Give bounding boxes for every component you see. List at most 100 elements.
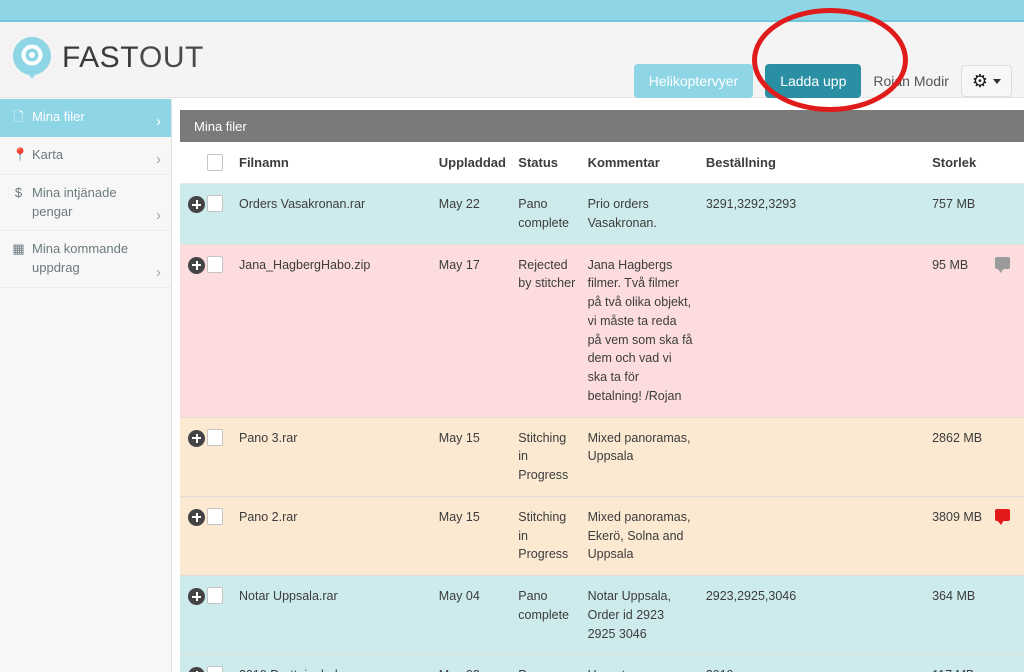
sidebar-item-label: Mina kommande uppdrag [32,241,129,276]
table-header-row: Filnamn Uppladdad Status Kommentar Bestä… [180,142,1024,184]
row-expand-cell[interactable] [180,575,207,656]
cell-storlek: 2862 MB [926,417,990,497]
ladda-upp-button[interactable]: Ladda upp [765,64,862,98]
sidebar-item-label: Mina intjänade pengar [32,184,117,219]
cell-status: Pano complete [512,183,582,245]
app-root: FASTOUT Helikoptervyer Ladda upp Rojan M… [0,0,1024,672]
expand-row-icon[interactable] [188,508,205,526]
row-checkbox[interactable] [206,428,223,446]
table-row[interactable]: Jana_HagbergHabo.zip May 17 Rejected by st… [180,244,1024,418]
table-row[interactable]: Orders Vasakronan.rar May 22 Pano complete… [180,183,1024,245]
row-expand-cell[interactable] [180,417,207,497]
select-all-header [206,142,233,184]
sidebar-item-mina-filer[interactable]: 🗋 Mina filer › [0,99,171,137]
top-accent-bar [0,0,1024,22]
cell-bestallning: 3291,3292,3293 [699,183,927,245]
row-expand-cell[interactable] [180,654,207,672]
row-checkbox[interactable] [206,587,223,604]
table-row[interactable]: Notar Uppsala.rar May 04 Pano complete Nota… [180,575,1024,656]
gear-icon: ⚙ [971,71,988,91]
cell-kommentar: Mixed panoramas, Uppsala [581,417,700,497]
app-header: FASTOUT Helikoptervyer Ladda upp Rojan M… [0,22,1024,98]
cell-filnamn[interactable]: Orders Vasakronan.rar [233,183,433,245]
cell-status: Pano complete [512,575,582,656]
sidebar-item-label: Karta [32,146,64,162]
row-select-cell[interactable] [206,654,233,672]
cell-filnamn[interactable]: Jana_HagbergHabo.zip [233,244,433,418]
row-expand-cell[interactable] [180,496,207,577]
column-header-bestallning[interactable]: Beställning [699,142,927,184]
expand-row-icon[interactable] [188,588,205,605]
row-checkbox[interactable] [206,255,223,273]
expand-column-header [180,142,207,184]
row-select-cell[interactable] [206,417,233,497]
row-expand-cell[interactable] [180,244,207,418]
cell-kommentar: Mixed panoramas, Ekerö, Solna and Uppsal… [581,496,700,577]
row-checkbox[interactable] [206,195,223,212]
files-table: Filnamn Uppladdad Status Kommentar Bestä… [180,142,1024,672]
cell-filnamn[interactable]: Notar Uppsala.rar [233,575,433,656]
cell-uppladdad: May 17 [432,244,513,418]
chevron-right-icon: › [156,150,161,168]
panel-title: Mina filer [180,110,1024,142]
file-icon: 🗋 [13,109,24,124]
comment-bubble-icon[interactable] [995,256,1011,273]
sidebar-item-mina-kommande-uppdrag[interactable]: ▦ Mina kommande uppdrag › [0,231,171,289]
location-pin-logo-icon [13,37,51,79]
cell-kommentar: Prio orders Vasakronan. [581,183,700,245]
cell-storlek: 757 MB [926,183,990,245]
select-all-checkbox[interactable] [206,154,223,171]
files-table-head: Filnamn Uppladdad Status Kommentar Bestä… [180,142,1024,184]
cell-kommentar: Notar Uppsala, Order id 2923 2925 3046 [581,575,700,656]
expand-row-icon[interactable] [188,667,205,672]
row-select-cell[interactable] [206,183,233,245]
cell-bestallning [699,417,927,497]
table-row[interactable]: Pano 3.rar May 15 Stitching in Progress Mix… [180,417,1024,497]
chevron-right-icon: › [156,207,161,225]
row-select-cell[interactable] [206,244,233,418]
helikoptervyer-button[interactable]: Helikoptervyer [633,64,754,98]
settings-menu-button[interactable]: ⚙ [960,65,1012,97]
cell-bestallning [699,496,927,577]
cell-flag [989,496,1024,577]
column-header-filnamn[interactable]: Filnamn [233,142,433,184]
cell-uppladdad: May 22 [432,183,513,245]
cell-uppladdad: May 03 [432,654,513,672]
column-header-uppladdad[interactable]: Uppladdad [432,142,513,184]
chevron-right-icon: › [156,112,161,130]
table-row[interactable]: 3019 Drottningholm.rarMay 03Pano complet… [180,654,1024,672]
expand-row-icon[interactable] [188,256,205,274]
cell-filnamn[interactable]: Pano 3.rar [233,417,433,497]
row-select-cell[interactable] [206,496,233,577]
sidebar: 🗋 Mina filer › 📍 Karta › $ Mina intjänad… [0,99,172,672]
cell-filnamn[interactable]: 3019 Drottningholm.rar [233,654,433,672]
cell-storlek: 364 MB [926,575,990,656]
row-checkbox[interactable] [206,507,223,525]
brand-logo[interactable]: FASTOUT [12,36,204,80]
sidebar-item-mina-intjanade-pengar[interactable]: $ Mina intjänade pengar › [0,175,171,232]
expand-row-icon[interactable] [188,429,205,447]
column-header-storlek[interactable]: Storlek [926,142,990,184]
row-checkbox[interactable] [206,666,223,672]
username-label: Rojan Modir [873,73,949,89]
sidebar-item-karta[interactable]: 📍 Karta › [0,137,171,175]
column-header-status[interactable]: Status [512,142,582,184]
cell-flag [989,575,1024,656]
cell-filnamn[interactable]: Pano 2.rar [233,496,433,577]
table-row[interactable]: Pano 2.rar May 15 Stitching in Progress Mix… [180,496,1024,577]
cell-storlek: 117 MB [926,654,990,672]
brand-name-bold: FAST [62,41,140,74]
main-panel: Mina filer Filnamn Uppladdad Status Komm… [180,110,1024,672]
chevron-right-icon: › [156,264,161,282]
cell-storlek: 95 MB [926,244,990,418]
row-select-cell[interactable] [206,575,233,656]
files-table-body: Orders Vasakronan.rar May 22 Pano complete… [180,183,1024,672]
cell-flag [989,244,1024,418]
dollar-icon: $ [14,184,23,200]
row-expand-cell[interactable] [180,183,207,245]
expand-row-icon[interactable] [188,196,205,213]
column-header-kommentar[interactable]: Kommentar [581,142,700,184]
list-icon: ▦ [12,241,25,257]
cell-uppladdad: May 04 [432,575,513,656]
comment-bubble-icon[interactable] [995,508,1011,525]
